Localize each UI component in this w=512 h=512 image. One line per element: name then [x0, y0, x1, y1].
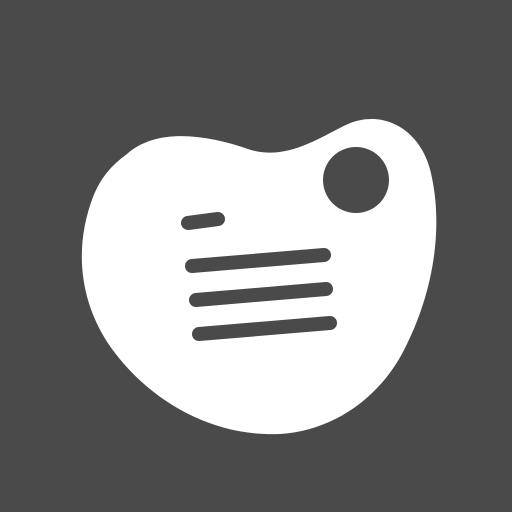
circle-dot: [323, 147, 389, 213]
icon-graphic: [0, 0, 512, 512]
short-line: [181, 212, 225, 230]
app-icon: [0, 0, 512, 512]
